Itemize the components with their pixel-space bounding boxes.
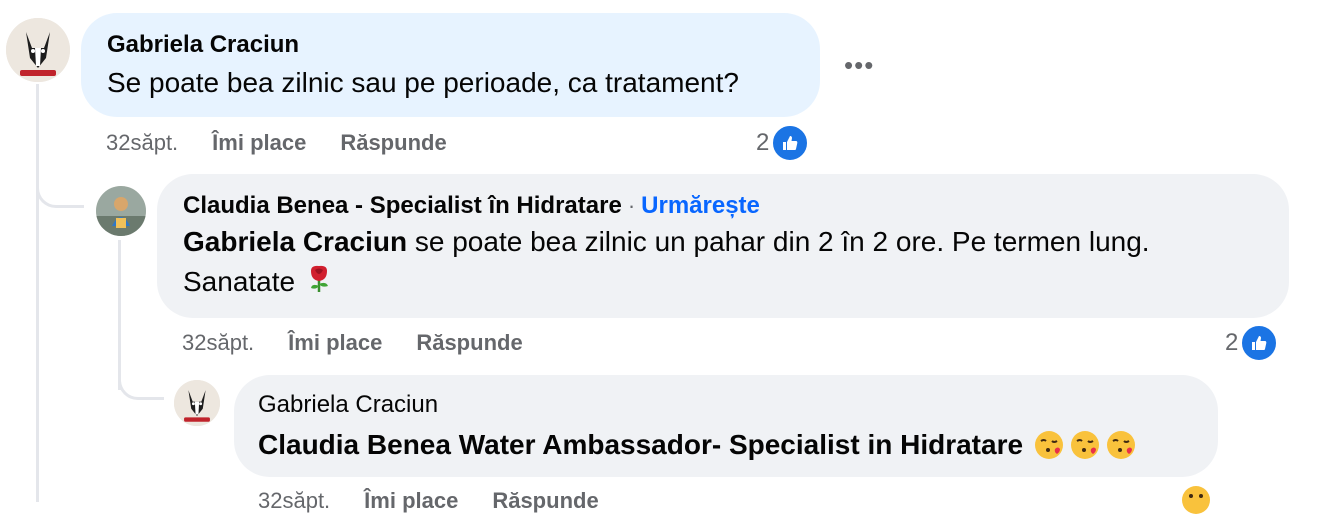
face-blowing-kiss-icon — [1107, 431, 1136, 459]
reaction-count: 2 — [756, 129, 770, 156]
comment-text: Gabriela Craciun se poate bea zilnic un … — [183, 222, 1263, 305]
comment-actions: 32săpt. Îmi place Răspunde — [106, 130, 447, 156]
comment-text: Se poate bea zilnic sau pe perioade, ca … — [107, 67, 739, 98]
mention-link[interactable]: Gabriela Craciun — [183, 226, 407, 257]
thread-line-main — [36, 84, 39, 502]
like-button[interactable]: Îmi place — [288, 330, 382, 356]
follow-button[interactable]: Urmărește — [641, 192, 760, 220]
dog-avatar-icon — [6, 18, 70, 82]
reply-button[interactable]: Răspunde — [492, 488, 598, 514]
kiss-emoji-group — [1033, 429, 1137, 461]
comment-actions: 32săpt. Îmi place Răspunde — [258, 488, 599, 514]
like-button[interactable]: Îmi place — [212, 130, 306, 156]
person-avatar-icon — [96, 186, 146, 236]
comment-bubble: Gabriela Craciun Claudia Benea Water Amb… — [234, 375, 1218, 477]
thread-branch-2 — [118, 370, 164, 400]
thumbs-up-icon — [771, 124, 810, 162]
comment-actions: 32săpt. Îmi place Răspunde — [182, 330, 523, 356]
dog-avatar-icon — [174, 380, 220, 426]
face-blowing-kiss-icon — [1035, 431, 1064, 459]
rose-icon — [303, 262, 335, 305]
reaction-summary[interactable]: 2 — [756, 124, 810, 162]
separator: · — [627, 193, 636, 218]
comment-text: Claudia Benea Water Ambassador- Speciali… — [258, 425, 1194, 465]
reaction-emoji-icon[interactable] — [1180, 484, 1212, 521]
thread-line-2 — [118, 240, 121, 390]
comment-time[interactable]: 32săpt. — [106, 130, 178, 156]
comment-time[interactable]: 32săpt. — [182, 330, 254, 356]
mention-link[interactable]: Claudia Benea Water Ambassador- Speciali… — [258, 425, 1023, 465]
comment-header: Claudia Benea - Specialist în Hidratare … — [183, 192, 1263, 220]
thread-branch-1 — [36, 180, 84, 208]
reaction-count: 2 — [1225, 329, 1239, 356]
face-blowing-kiss-icon — [1071, 431, 1100, 459]
avatar[interactable] — [174, 380, 220, 426]
more-options-icon[interactable]: ••• — [844, 50, 874, 81]
avatar[interactable] — [96, 186, 146, 236]
reaction-summary[interactable]: 2 — [1225, 324, 1279, 362]
comment-author[interactable]: Claudia Benea - Specialist în Hidratare — [183, 192, 622, 220]
reply-button[interactable]: Răspunde — [416, 330, 522, 356]
comment-author[interactable]: Gabriela Craciun — [258, 391, 1194, 419]
comment-author[interactable]: Gabriela Craciun — [107, 31, 794, 59]
comment-bubble: Gabriela Craciun Se poate bea zilnic sau… — [81, 13, 820, 117]
thumbs-up-icon — [1240, 324, 1279, 362]
like-button[interactable]: Îmi place — [364, 488, 458, 514]
comment-bubble: Claudia Benea - Specialist în Hidratare … — [157, 174, 1289, 318]
comment-time[interactable]: 32săpt. — [258, 488, 330, 514]
avatar[interactable] — [6, 18, 70, 82]
reply-button[interactable]: Răspunde — [340, 130, 446, 156]
